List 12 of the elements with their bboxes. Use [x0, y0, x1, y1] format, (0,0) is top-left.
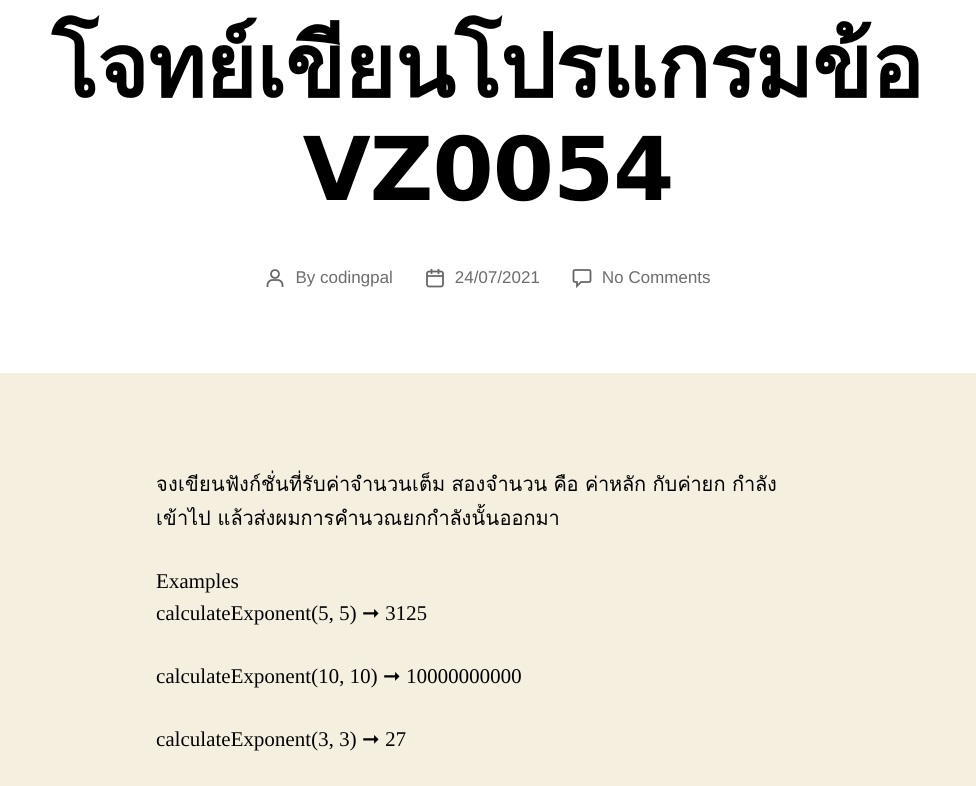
example-line: calculateExponent(5, 5) ➞ 3125 [156, 600, 428, 627]
example-line: calculateExponent(3, 3) ➞ 27 [156, 726, 408, 753]
calendar-icon [424, 268, 445, 288]
example-line: calculateExponent(10, 10) ➞ 10000000000 [156, 663, 523, 690]
description-text: จงเขียนฟังก์ชั่นที่รับค่าจำนวนเต็ม สองจำนวน คือ ค่าหลัก กับค่ายก กำลังเข้าไป แล้วส่งผมการคำนวณยกกำลังนั้นออกมา [156, 470, 778, 532]
person-icon [265, 268, 286, 288]
comments-link[interactable]: No Comments [602, 268, 711, 288]
examples-heading: Examples [156, 568, 240, 595]
post-title: โจทย์เขียนโปรแกรมข้อ VZ0054 [50, 14, 925, 222]
date-link[interactable]: 24/07/2021 [454, 268, 540, 288]
author-link[interactable]: By codingpal [295, 268, 393, 288]
speech-bubble-icon [572, 268, 592, 288]
